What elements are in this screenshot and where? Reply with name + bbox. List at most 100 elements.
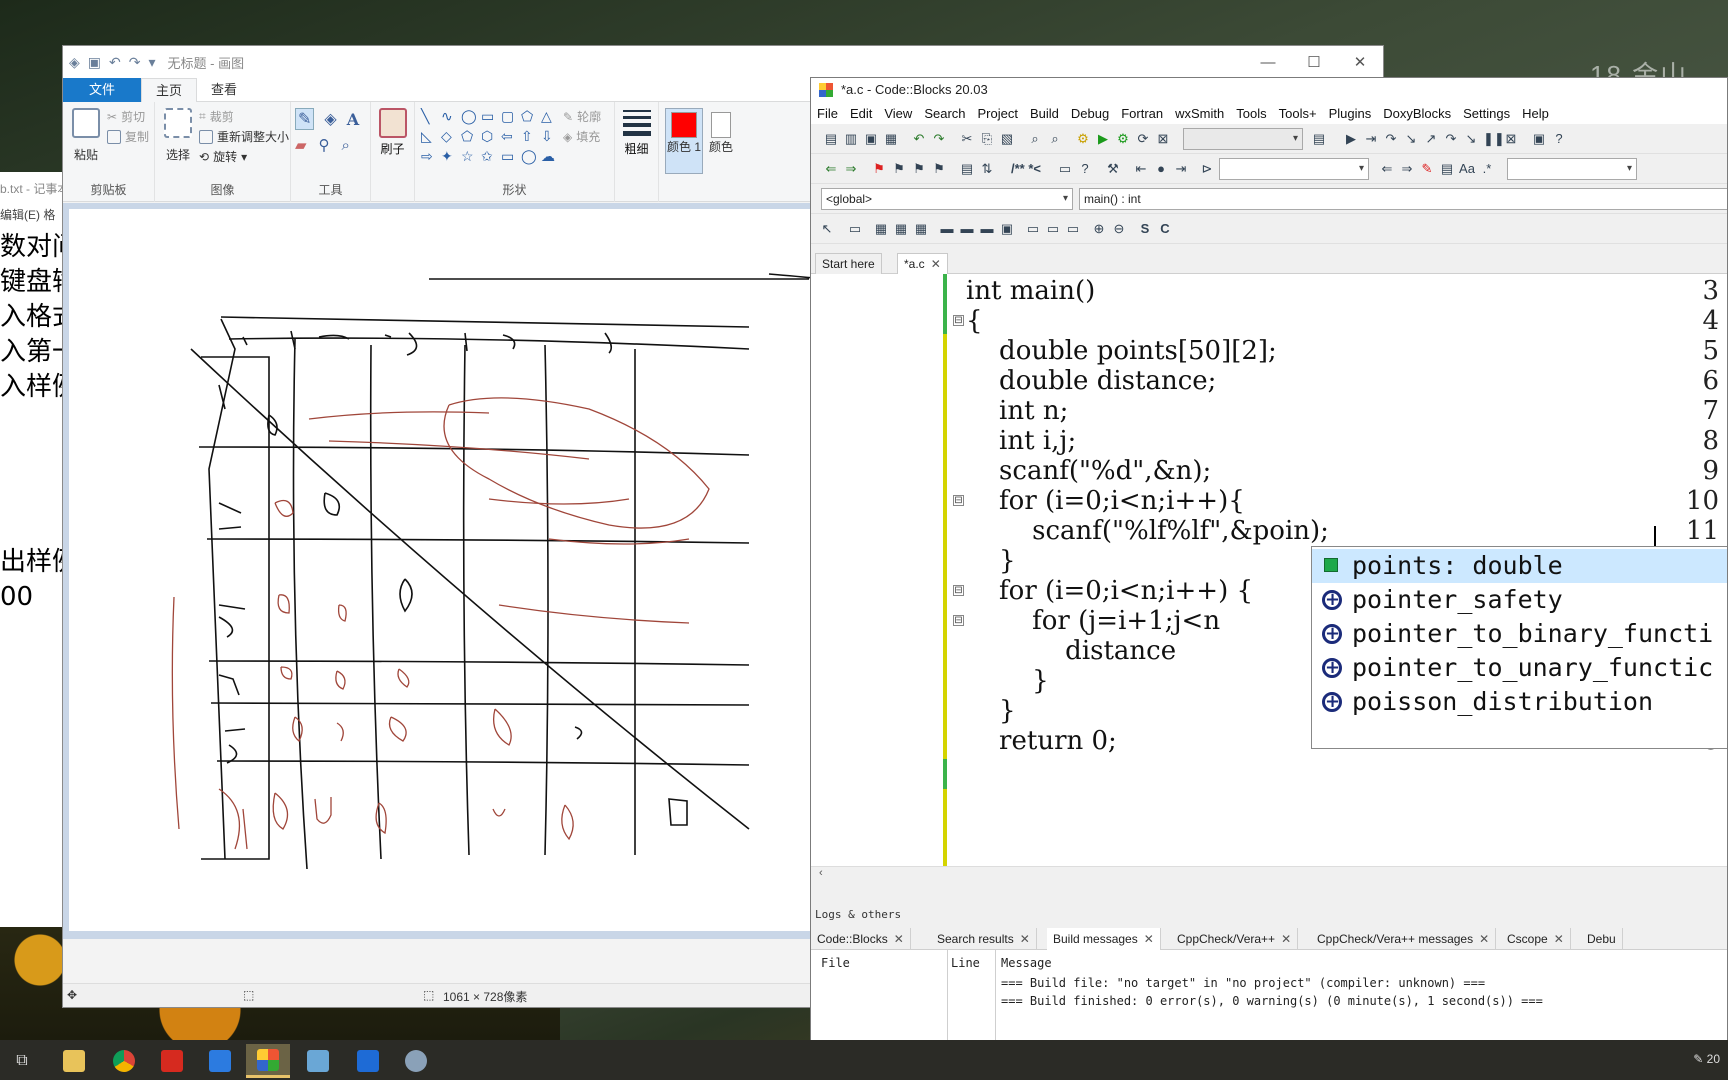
find-icon[interactable]: ⌕ [1027,131,1043,147]
color2-button[interactable]: 颜色 [709,102,733,202]
file-explorer-button[interactable] [52,1044,96,1078]
video-button[interactable] [346,1044,390,1078]
current-function-icon[interactable]: ● [1153,161,1169,177]
autocomplete-popup[interactable]: points: double + pointer_safety + pointer_… [1311,546,1727,749]
color1-button[interactable]: 颜色 1 [659,102,709,202]
menu-help[interactable]: Help [1516,106,1555,121]
menu-file[interactable]: File [811,106,844,121]
autocomplete-item[interactable]: + pointer_to_binary_functi [1312,617,1727,651]
step-out-icon[interactable]: ↗ [1423,131,1439,147]
panel2-icon[interactable]: ▭ [1065,221,1081,237]
log-tab-cscope[interactable]: Cscope ✕ [1501,928,1571,950]
debugging-windows-icon[interactable]: ▣ [1531,131,1547,147]
magnifier-icon[interactable]: ⌕ [342,137,350,154]
search-combo[interactable]: ▾ [1219,158,1369,180]
menu-build[interactable]: Build [1024,106,1065,121]
autocomplete-item[interactable]: + pointer_to_unary_functic [1312,651,1727,685]
shape-gallery[interactable]: ╲ ∿ ◯ ▭ ▢ ⬠ △ ◺ ◇ ⬠ ⬡ ⇦ ⇧ ⇩ ⇨ ✦ ☆ ✩ ▭ ◯ ☁ [421,108,559,165]
doxy-block-icon[interactable]: ▭ [1057,161,1073,177]
log-tab-codeblocks[interactable]: Code::Blocks ✕ [811,928,911,950]
redo-icon[interactable]: ↷ [129,54,141,71]
notepad-taskbar-button[interactable] [296,1044,340,1078]
find-next-icon[interactable]: ⇒ [1399,161,1415,177]
jump-forward-icon[interactable]: ⇒ [843,161,859,177]
regex-icon[interactable]: .* [1479,161,1495,177]
tab-file[interactable]: 文件 [63,78,142,102]
clear-bookmarks-icon[interactable]: ⚑ [931,161,947,177]
scope-select[interactable]: <global> ▾ [821,188,1073,210]
pencil-icon[interactable]: ✎ [295,108,315,130]
fold-marker[interactable]: ⊟ [953,495,964,506]
text-icon[interactable]: A [347,110,359,129]
chrome-button[interactable] [102,1044,146,1078]
grid-icon[interactable]: ▦ [873,221,889,237]
break-debugger-icon[interactable]: ❚❚ [1483,131,1505,147]
wps-button[interactable] [150,1044,194,1078]
close-button[interactable]: ✕ [1337,46,1383,78]
maximize-button[interactable]: ☐ [1291,46,1337,78]
log-tab-search-results[interactable]: Search results ✕ [931,928,1037,950]
select-button[interactable]: 选择 [163,108,193,163]
highlight-marker-icon[interactable]: ✎ [1419,161,1435,177]
run-icon[interactable]: ▶ [1095,131,1111,147]
fold-marker[interactable]: ⊟ [953,315,964,326]
next-instruction-icon[interactable]: ↷ [1443,131,1459,147]
size-button[interactable]: 粗细 [615,102,659,202]
rotate-button[interactable]: ⟲ 旋转 ▾ [199,148,247,165]
new-file-icon[interactable]: ▤ [823,131,839,147]
column-line[interactable]: Line [951,956,980,970]
column-file[interactable]: File [821,956,850,970]
notepad-menu[interactable]: 编辑(E) 格 [0,206,55,223]
autocomplete-item[interactable]: points: double [1312,549,1727,583]
build-messages-list[interactable]: File Line Message === Build file: "no ta… [811,950,1727,1041]
todo-button[interactable] [198,1044,242,1078]
build-icon[interactable]: ⚙ [1075,131,1091,147]
match-case-icon[interactable]: Aa [1459,161,1475,177]
tab-a-c[interactable]: *a.c ✕ [897,253,948,274]
copy-icon[interactable]: ⎘ [979,131,995,147]
save-all-icon[interactable]: ▦ [883,131,899,147]
tray-clock[interactable]: ✎ 20 [1693,1052,1720,1066]
grid2-icon[interactable]: ▦ [893,221,909,237]
box-sizer3-icon[interactable]: ▬ [979,221,995,237]
undo-icon[interactable]: ↶ [911,131,927,147]
find-prev-icon[interactable]: ⇐ [1379,161,1395,177]
save-icon[interactable]: ▣ [863,131,879,147]
menu-project[interactable]: Project [972,106,1024,121]
toggle-bookmark-icon[interactable]: ⚑ [871,161,887,177]
prev-function-icon[interactable]: ⇤ [1133,161,1149,177]
customize-qat-icon[interactable]: ▾ [148,54,155,71]
build-target-select[interactable]: ▾ [1183,128,1303,150]
box-sizer2-icon[interactable]: ▬ [959,221,975,237]
save-icon[interactable]: ▣ [88,54,101,71]
notepad-text[interactable]: 数对问 键盘输 入格式 入第一 入样例 出样例 00 [0,230,69,615]
menu-wxsmith[interactable]: wxSmith [1169,106,1230,121]
menu-settings[interactable]: Settings [1457,106,1516,121]
notepad-window[interactable]: b.txt - 记事本 编辑(E) 格 数对问 键盘输 入格式 入第一 入样例 … [0,172,70,927]
outline-button[interactable]: ✎ 轮廓 [563,108,601,125]
match-brace-icon[interactable]: ⇅ [979,161,995,177]
prev-bookmark-icon[interactable]: ⚑ [891,161,907,177]
cut-icon[interactable]: ✂ [959,131,975,147]
frame-icon[interactable]: ▭ [1025,221,1041,237]
crop-button[interactable]: ⌗ 裁剪 [199,108,234,125]
autocomplete-item[interactable]: + pointer_safety [1312,583,1727,617]
next-function-icon[interactable]: ⇥ [1173,161,1189,177]
menu-search[interactable]: Search [918,106,971,121]
fill-button[interactable]: ◈ 填充 [563,128,600,145]
menu-view[interactable]: View [878,106,918,121]
copy-button[interactable]: 复制 [107,128,149,145]
run-to-cursor-icon[interactable]: ⇥ [1363,131,1379,147]
next-line-icon[interactable]: ↷ [1383,131,1399,147]
menu-edit[interactable]: Edit [844,106,878,121]
minimize-button[interactable]: — [1245,46,1291,78]
brushes-group[interactable]: 刷子 [371,102,415,202]
highlight-icon[interactable]: ▤ [959,161,975,177]
close-tab-icon[interactable]: ✕ [931,257,941,271]
function-select[interactable]: main() : int [1079,188,1727,210]
paint-taskbar-button[interactable] [394,1044,438,1078]
fill-bucket-icon[interactable]: ◈ [324,109,336,129]
selected-text-icon[interactable]: ▤ [1439,161,1455,177]
tab-home[interactable]: 主页 [141,78,198,102]
task-view-button[interactable]: ⧉ [0,1044,44,1078]
